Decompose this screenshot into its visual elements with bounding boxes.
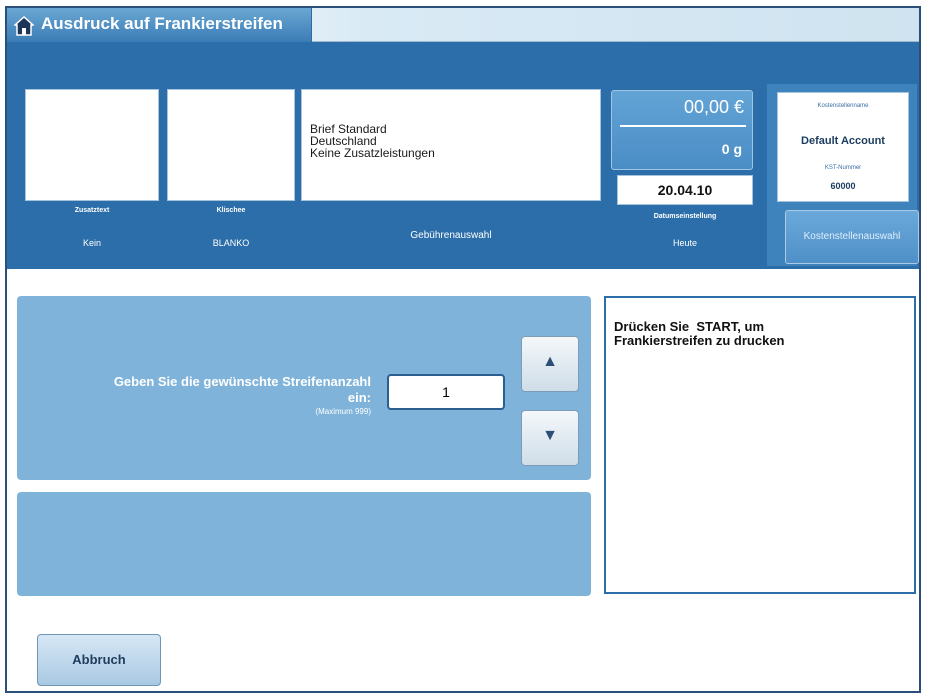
account-selection-button[interactable]: Kostenstellenauswahl bbox=[785, 210, 919, 264]
cliche-preview[interactable] bbox=[167, 89, 295, 201]
account-number-label: KST-Nummer bbox=[824, 165, 862, 171]
rate-line-services: Keine Zusatzleistungen bbox=[310, 146, 435, 160]
extra-text-preview[interactable] bbox=[25, 89, 159, 201]
postage-amount: 00,00 € bbox=[683, 97, 744, 117]
instruction-line-1: Drücken Sie START, um bbox=[614, 319, 765, 334]
up-arrow-icon: ▲ bbox=[542, 353, 558, 370]
date-value: 20.04.10 bbox=[657, 182, 713, 198]
down-arrow-icon: ▼ bbox=[542, 427, 558, 444]
extra-text-caption: Zusatztext bbox=[74, 207, 110, 214]
postage-display: 00,00 € 0 g bbox=[611, 90, 753, 170]
extra-text-value[interactable]: Kein bbox=[25, 238, 159, 248]
date-display[interactable]: 20.04.10 bbox=[617, 175, 753, 205]
cliche-value[interactable]: BLANKO bbox=[167, 238, 295, 248]
quantity-hint: (Maximum 999) bbox=[315, 407, 371, 416]
message-panel bbox=[17, 492, 591, 596]
quantity-input[interactable] bbox=[387, 374, 505, 410]
date-setting-caption: Datumseinstellung bbox=[653, 213, 717, 220]
increment-button[interactable]: ▲ bbox=[521, 336, 579, 392]
quantity-prompt-suffix: ein: bbox=[347, 390, 371, 405]
date-setting-value[interactable]: Heute bbox=[617, 238, 753, 248]
window-title: Ausdruck auf Frankierstreifen bbox=[41, 14, 283, 33]
instruction-text: Drücken Sie START, um Frankierstreifen z… bbox=[614, 320, 785, 348]
cancel-label: Abbruch bbox=[72, 652, 126, 667]
account-number: 60000 bbox=[830, 181, 856, 191]
cliche-caption: Klischee bbox=[216, 207, 246, 214]
account-column: Kostenstellenname Default Account KST-Nu… bbox=[767, 84, 919, 266]
rate-description-box[interactable]: Brief Standard Deutschland Keine Zusatzl… bbox=[301, 89, 601, 201]
quantity-panel: Geben Sie die gewünschte Streifenanzahl … bbox=[17, 296, 591, 480]
title-bar: Ausdruck auf Frankierstreifen bbox=[7, 8, 919, 42]
decrement-button[interactable]: ▼ bbox=[521, 410, 579, 466]
account-selection-label: Kostenstellenauswahl bbox=[803, 231, 901, 242]
quantity-prompt: Geben Sie die gewünschte Streifenanzahl bbox=[113, 374, 371, 389]
account-info: Kostenstellenname Default Account KST-Nu… bbox=[777, 92, 909, 202]
cancel-button[interactable]: Abbruch bbox=[37, 634, 161, 686]
account-name: Default Account bbox=[801, 135, 885, 147]
account-name-label: Kostenstellenname bbox=[817, 103, 869, 109]
divider bbox=[620, 125, 746, 127]
home-icon[interactable] bbox=[14, 16, 34, 36]
instruction-line-2: Frankierstreifen zu drucken bbox=[614, 333, 785, 348]
title-tab: Ausdruck auf Frankierstreifen bbox=[7, 8, 312, 42]
header-panel: Zusatztext Kein Klischee BLANKO Brief St… bbox=[7, 42, 919, 269]
instruction-box: Drücken Sie START, um Frankierstreifen z… bbox=[604, 296, 916, 594]
weight-value: 0 g bbox=[721, 141, 742, 157]
rate-selection-button[interactable]: Gebührenauswahl bbox=[301, 230, 601, 241]
rate-description: Brief Standard Deutschland Keine Zusatzl… bbox=[310, 123, 435, 159]
app-window: Ausdruck auf Frankierstreifen Zusatztext… bbox=[5, 6, 921, 693]
